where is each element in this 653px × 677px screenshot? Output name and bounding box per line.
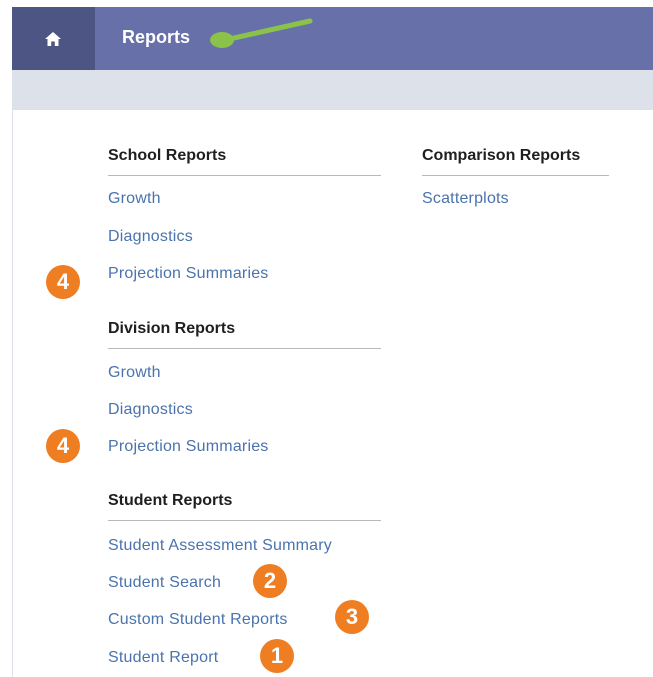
division-diagnostics-link[interactable]: Diagnostics: [108, 401, 193, 419]
student-search-link[interactable]: Student Search: [108, 574, 221, 592]
home-tab[interactable]: [12, 7, 95, 70]
section-divider: [422, 175, 609, 176]
school-diagnostics-link[interactable]: Diagnostics: [108, 228, 193, 246]
school-growth-link[interactable]: Growth: [108, 190, 161, 208]
student-report-link[interactable]: Student Report: [108, 649, 218, 667]
student-reports-heading: Student Reports: [108, 492, 233, 509]
custom-student-reports-link[interactable]: Custom Student Reports: [108, 611, 288, 629]
callout-badge: 4: [46, 429, 80, 463]
comparison-reports-heading: Comparison Reports: [422, 147, 581, 164]
section-divider: [108, 520, 381, 521]
sub-header-bar: [12, 70, 653, 110]
student-assessment-summary-link[interactable]: Student Assessment Summary: [108, 537, 332, 555]
top-strip: [0, 0, 653, 7]
callout-badge: 3: [335, 600, 369, 634]
division-projection-summaries-link[interactable]: Projection Summaries: [108, 438, 269, 456]
callout-badge: 4: [46, 265, 80, 299]
content-left-border: [12, 110, 13, 677]
callout-badge: 1: [260, 639, 294, 673]
section-divider: [108, 175, 381, 176]
callout-badge: 2: [253, 564, 287, 598]
section-divider: [108, 348, 381, 349]
header-bar: Reports: [12, 7, 653, 70]
school-reports-heading: School Reports: [108, 147, 227, 164]
division-reports-heading: Division Reports: [108, 320, 236, 337]
page-title: Reports: [122, 27, 191, 47]
school-projection-summaries-link[interactable]: Projection Summaries: [108, 265, 269, 283]
annotation-arrow: [210, 18, 313, 48]
home-icon[interactable]: [45, 32, 61, 46]
division-growth-link[interactable]: Growth: [108, 364, 161, 382]
scatterplots-link[interactable]: Scatterplots: [422, 190, 509, 208]
